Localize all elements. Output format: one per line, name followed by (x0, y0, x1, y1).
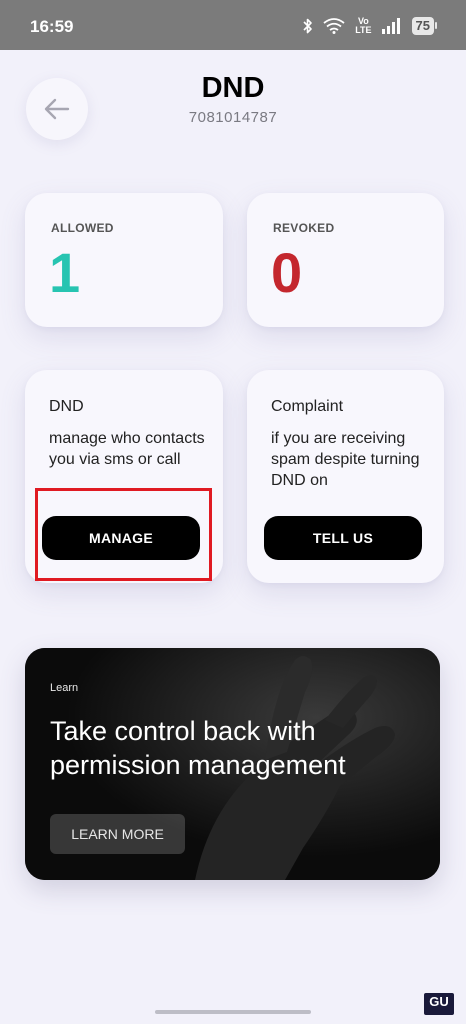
page-title: DND (201, 72, 265, 104)
dnd-title: DND (49, 398, 84, 415)
complaint-description: if you are receiving spam despite turnin… (271, 430, 420, 489)
status-bar: 16:59 Vo LTE 75 (0, 0, 466, 50)
allowed-count: 1 (49, 241, 81, 304)
volte-indicator: Vo LTE (355, 16, 372, 35)
status-time: 16:59 (30, 17, 74, 36)
revoked-count: 0 (271, 241, 303, 304)
battery-indicator: 75 (411, 17, 438, 35)
revoked-card: REVOKED 0 (247, 193, 444, 327)
status-icons: Vo LTE 75 (303, 15, 438, 37)
dnd-description: manage who contacts you via sms or call (49, 430, 205, 468)
learn-headline: Take control back with permission manage… (50, 716, 346, 780)
bluetooth-icon (303, 18, 312, 34)
learn-kicker: Learn (50, 682, 79, 694)
complaint-title: Complaint (271, 398, 344, 415)
complaint-card: Complaint if you are receiving spam desp… (247, 370, 444, 583)
tell-us-button[interactable]: TELL US (264, 516, 422, 560)
dnd-card: DND manage who contacts you via sms or c… (25, 370, 223, 583)
learn-banner[interactable]: Learn Take control back with permission … (25, 648, 440, 880)
wifi-icon (323, 18, 345, 34)
learn-more-button[interactable]: LEARN MORE (50, 814, 185, 854)
revoked-label: REVOKED (273, 221, 335, 235)
phone-number: 7081014787 (188, 109, 278, 126)
manage-button[interactable]: MANAGE (42, 516, 200, 560)
watermark-logo: GU (424, 993, 454, 1015)
home-indicator[interactable] (155, 1010, 311, 1014)
signal-icon (381, 18, 400, 34)
allowed-label: ALLOWED (51, 221, 114, 235)
allowed-card: ALLOWED 1 (25, 193, 223, 327)
